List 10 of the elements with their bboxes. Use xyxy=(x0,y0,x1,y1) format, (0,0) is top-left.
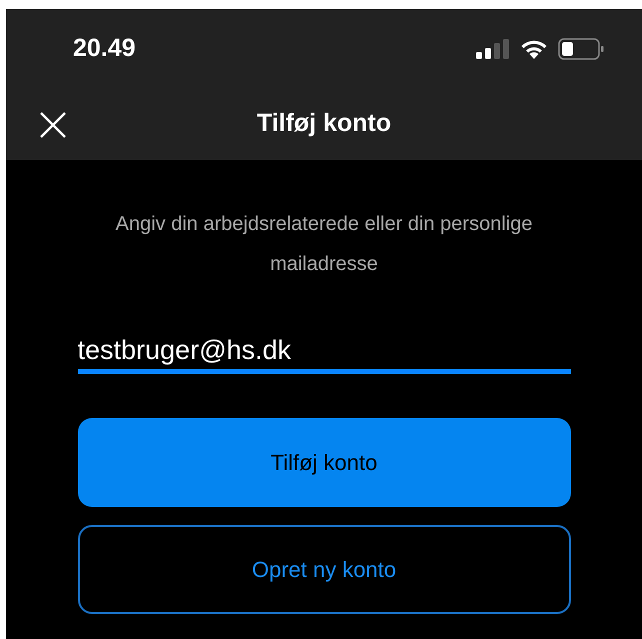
status-time: 20.49 xyxy=(73,32,136,64)
instruction-text: Angiv din arbejdsrelaterede eller din personlige mailadresse xyxy=(114,212,534,277)
signal-icon xyxy=(476,38,510,58)
close-button[interactable] xyxy=(38,110,68,140)
create-account-button[interactable]: Opret ny konto xyxy=(78,525,570,614)
battery-icon xyxy=(558,38,604,60)
header-title: Tilføj konto xyxy=(256,108,392,140)
add-account-button[interactable]: Tilføj konto xyxy=(78,418,570,507)
wifi-icon xyxy=(520,38,548,58)
close-icon xyxy=(39,111,67,139)
